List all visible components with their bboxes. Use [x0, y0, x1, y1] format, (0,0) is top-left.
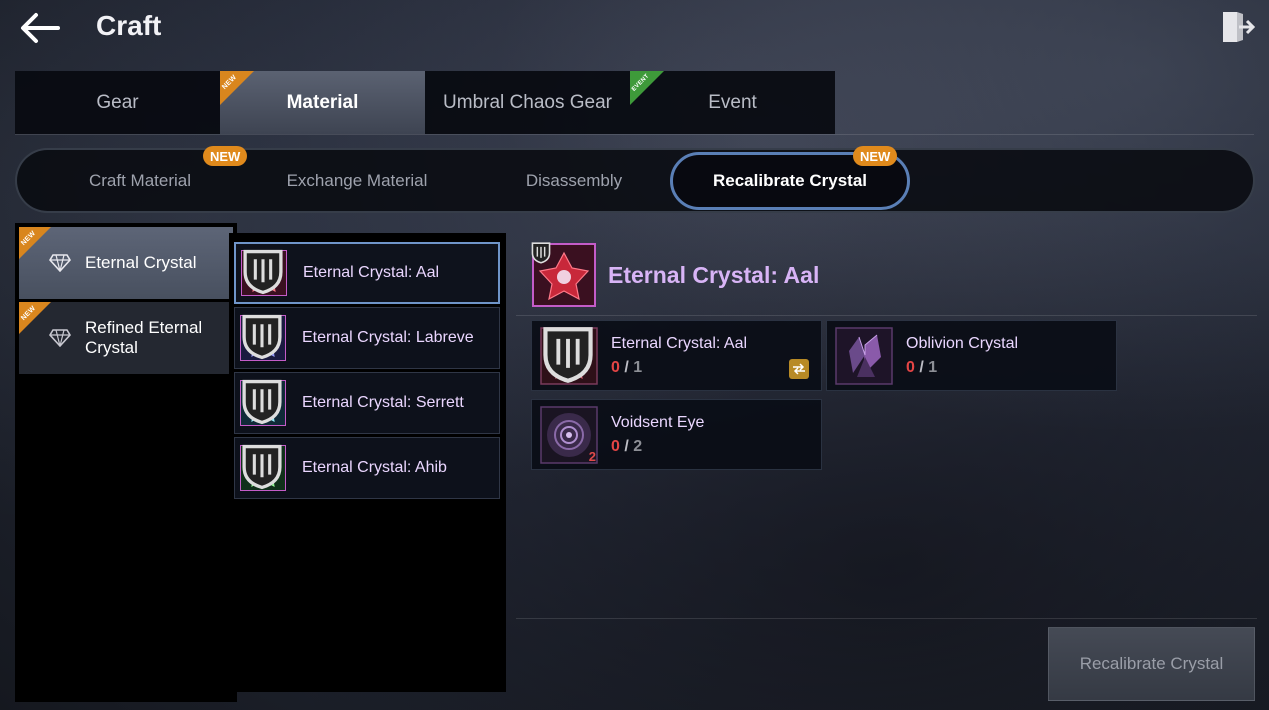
- subtab-label: Exchange Material: [286, 171, 428, 190]
- need-count: 1: [633, 358, 643, 376]
- red-crystal-icon: [531, 242, 596, 307]
- need-count: 1: [928, 358, 938, 376]
- subtab-label: Craft Material: [88, 171, 192, 190]
- diamond-icon: [49, 254, 71, 272]
- divider: [15, 134, 1254, 135]
- tab-umbral-chaos-gear[interactable]: Umbral Chaos Gear: [425, 71, 630, 134]
- material-info: Eternal Crystal: Aal 0 / 1: [611, 335, 747, 377]
- material-info: Voidsent Eye 0 / 2: [611, 414, 704, 456]
- count-separator: /: [919, 358, 924, 376]
- material-name: Eternal Crystal: Aal: [611, 334, 748, 352]
- crystal-name: Eternal Crystal: Ahib: [302, 459, 447, 476]
- new-corner-tag: NEW: [19, 227, 51, 259]
- tab-label: Event: [708, 91, 757, 113]
- subtab-label: Recalibrate Crystal: [712, 171, 868, 190]
- shield-icon: [242, 379, 282, 425]
- new-corner-tag: NEW: [19, 302, 51, 334]
- event-corner-tag: EVENT: [630, 71, 664, 105]
- list-item-aal[interactable]: Eternal Crystal: Aal: [234, 242, 500, 304]
- subtab-recalibrate-crystal[interactable]: Recalibrate Crystal NEW: [670, 146, 910, 210]
- tab-gear[interactable]: Gear: [15, 71, 220, 134]
- crystal-name: Eternal Crystal: Aal: [303, 264, 440, 281]
- category-eternal-crystal[interactable]: NEW Eternal Crystal: [19, 227, 233, 299]
- category-label: Eternal Crystal: [85, 253, 197, 272]
- quantity-badge: 2: [588, 448, 596, 464]
- shield-icon: [242, 314, 282, 360]
- swap-icon: [793, 363, 805, 375]
- tab-material[interactable]: NEW Material: [220, 71, 425, 134]
- subtab-label: Disassembly: [525, 171, 623, 190]
- tab-label: Material: [286, 91, 359, 113]
- material-name: Oblivion Crystal: [906, 334, 1019, 352]
- sub-tabs: Craft Material NEW Exchange Material Dis…: [15, 146, 1255, 213]
- material-card-oblivion-crystal[interactable]: Oblivion Crystal 0 / 1: [826, 320, 1117, 391]
- have-count: 0: [906, 358, 915, 376]
- list-item-serrett[interactable]: Eternal Crystal: Serrett: [234, 372, 500, 434]
- list-item-ahib[interactable]: Eternal Crystal: Ahib: [234, 437, 500, 499]
- diamond-icon: [49, 329, 71, 347]
- purple-shard-icon: [835, 326, 893, 385]
- detail-title: Eternal Crystal: Aal: [608, 261, 820, 288]
- material-name: Voidsent Eye: [611, 413, 705, 431]
- cyan-crystal-icon: [240, 379, 286, 426]
- shield-icon: [243, 249, 283, 295]
- crystal-list: Eternal Crystal: Aal Eternal Crystal: La…: [229, 233, 506, 692]
- material-card-eternal-crystal-aal[interactable]: Eternal Crystal: Aal 0 / 1: [531, 320, 822, 391]
- category-refined-eternal-crystal[interactable]: NEW Refined Eternal Crystal: [19, 302, 233, 374]
- tab-label: Umbral Chaos Gear: [443, 91, 612, 113]
- shield-icon: [531, 242, 551, 264]
- arrow-left-icon: [21, 13, 60, 43]
- crystal-name: Eternal Crystal: Serrett: [302, 394, 464, 411]
- tab-event[interactable]: EVENT Event: [630, 71, 835, 134]
- green-crystal-icon: [240, 444, 286, 491]
- shield-icon: [242, 444, 282, 490]
- main-tabs: Gear NEW Material Umbral Chaos Gear EVEN…: [15, 71, 835, 134]
- tab-label: Gear: [96, 91, 139, 113]
- page-title: Craft: [96, 10, 162, 41]
- material-info: Oblivion Crystal 0 / 1: [906, 335, 1018, 377]
- exit-door-icon: [1223, 12, 1256, 42]
- subtab-exchange-material[interactable]: Exchange Material: [237, 152, 477, 210]
- subtab-craft-material[interactable]: Craft Material NEW: [20, 146, 260, 210]
- detail-header: Eternal Crystal: Aal: [531, 242, 820, 307]
- divider: [516, 315, 1257, 316]
- subtab-disassembly[interactable]: Disassembly: [454, 152, 694, 210]
- blue-crystal-icon: [240, 314, 286, 361]
- material-count: 0 / 1: [906, 359, 1018, 377]
- category-label: Refined Eternal Crystal: [85, 318, 203, 357]
- recalibrate-crystal-button[interactable]: Recalibrate Crystal: [1048, 627, 1255, 701]
- material-count: 0 / 1: [611, 359, 747, 377]
- need-count: 2: [633, 437, 643, 455]
- new-corner-tag: NEW: [220, 71, 254, 105]
- exit-button[interactable]: [1217, 8, 1256, 46]
- red-crystal-icon: [540, 326, 598, 385]
- back-button[interactable]: [18, 10, 62, 46]
- material-count: 0 / 2: [611, 438, 704, 456]
- count-separator: /: [624, 358, 629, 376]
- red-crystal-icon: [241, 249, 287, 296]
- shield-icon: [543, 326, 593, 383]
- list-item-labreve[interactable]: Eternal Crystal: Labreve: [234, 307, 500, 369]
- void-eye-icon: 2: [540, 405, 598, 464]
- category-panel: NEW Eternal Crystal NEW Refined Eternal …: [15, 223, 237, 702]
- new-badge: NEW: [853, 146, 898, 166]
- swap-button[interactable]: [789, 359, 809, 379]
- divider: [516, 618, 1257, 619]
- have-count: 0: [611, 358, 620, 376]
- count-separator: /: [624, 437, 629, 455]
- have-count: 0: [611, 437, 620, 455]
- material-card-voidsent-eye[interactable]: 2 Voidsent Eye 0 / 2: [531, 399, 822, 470]
- crystal-name: Eternal Crystal: Labreve: [302, 329, 474, 346]
